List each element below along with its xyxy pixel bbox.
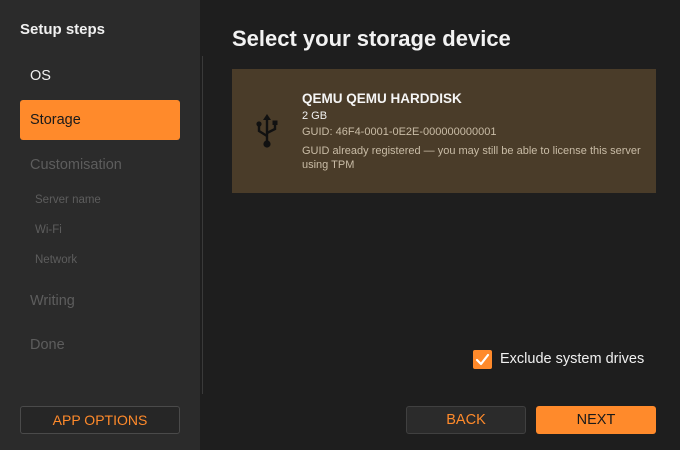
step-writing: Writing [30,293,75,309]
device-guid: GUID: 46F4-0001-0E2E-000000000001 [302,126,497,138]
exclude-system-drives-label: Exclude system drives [500,351,645,367]
checkmark-icon [475,353,490,366]
usb-icon [254,112,280,150]
storage-device-card[interactable]: QEMU QEMU HARDDISK 2 GB GUID: 46F4-0001-… [232,69,656,193]
sidebar-title: Setup steps [20,21,106,38]
app-options-button[interactable]: APP OPTIONS [20,406,180,434]
device-license-note: GUID already registered — you may still … [302,145,641,171]
device-name: QEMU QEMU HARDDISK [302,91,462,106]
substep-network: Network [35,254,78,266]
step-customisation: Customisation [30,157,122,173]
substep-server-name: Server name [35,194,101,206]
device-size: 2 GB [302,110,328,122]
step-os[interactable]: OS [20,56,180,96]
sidebar: Setup steps OS Storage Customisation Ser… [0,0,200,450]
setup-window: Setup steps OS Storage Customisation Ser… [0,0,680,450]
exclude-system-drives-checkbox[interactable] [473,350,492,369]
back-button[interactable]: BACK [406,406,526,434]
step-done: Done [30,337,65,353]
step-storage[interactable]: Storage [20,100,180,140]
next-button[interactable]: NEXT [536,406,656,434]
substep-wifi: Wi-Fi [35,224,62,236]
sidebar-divider [202,56,203,394]
page-title: Select your storage device [232,26,511,51]
